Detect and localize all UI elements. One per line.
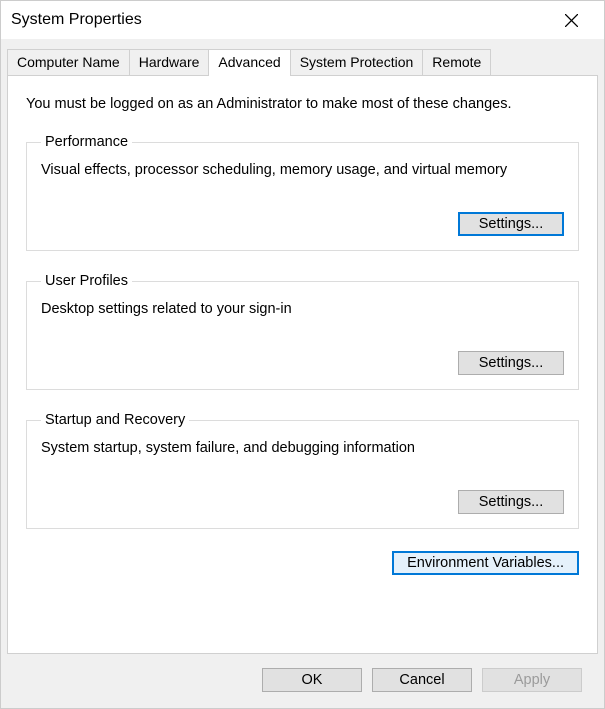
- group-startup-recovery: Startup and Recovery System startup, sys…: [26, 412, 579, 529]
- tab-system-protection[interactable]: System Protection: [290, 49, 424, 75]
- titlebar: System Properties: [1, 1, 604, 39]
- startup-recovery-settings-button[interactable]: Settings...: [458, 490, 564, 514]
- group-performance-legend: Performance: [41, 134, 132, 150]
- tab-computer-name[interactable]: Computer Name: [7, 49, 130, 75]
- apply-button[interactable]: Apply: [482, 668, 582, 692]
- tab-hardware[interactable]: Hardware: [129, 49, 210, 75]
- group-user-profiles-desc: Desktop settings related to your sign-in: [41, 301, 564, 317]
- environment-variables-button[interactable]: Environment Variables...: [392, 551, 579, 575]
- tab-remote[interactable]: Remote: [422, 49, 491, 75]
- cancel-button[interactable]: Cancel: [372, 668, 472, 692]
- admin-note: You must be logged on as an Administrato…: [26, 96, 579, 112]
- dialog-footer: OK Cancel Apply: [7, 654, 598, 708]
- group-startup-recovery-desc: System startup, system failure, and debu…: [41, 440, 564, 456]
- tabstrip: Computer Name Hardware Advanced System P…: [7, 49, 598, 75]
- close-button[interactable]: [549, 5, 594, 35]
- group-user-profiles: User Profiles Desktop settings related t…: [26, 273, 579, 390]
- window-title: System Properties: [11, 11, 142, 29]
- group-performance: Performance Visual effects, processor sc…: [26, 134, 579, 251]
- performance-settings-button[interactable]: Settings...: [458, 212, 564, 236]
- ok-button[interactable]: OK: [262, 668, 362, 692]
- group-performance-desc: Visual effects, processor scheduling, me…: [41, 162, 564, 178]
- group-user-profiles-legend: User Profiles: [41, 273, 132, 289]
- content-area: Computer Name Hardware Advanced System P…: [1, 39, 604, 708]
- user-profiles-settings-button[interactable]: Settings...: [458, 351, 564, 375]
- tab-advanced[interactable]: Advanced: [208, 49, 290, 76]
- tabpanel-advanced: You must be logged on as an Administrato…: [7, 75, 598, 654]
- group-startup-recovery-legend: Startup and Recovery: [41, 412, 189, 428]
- close-icon: [565, 14, 578, 27]
